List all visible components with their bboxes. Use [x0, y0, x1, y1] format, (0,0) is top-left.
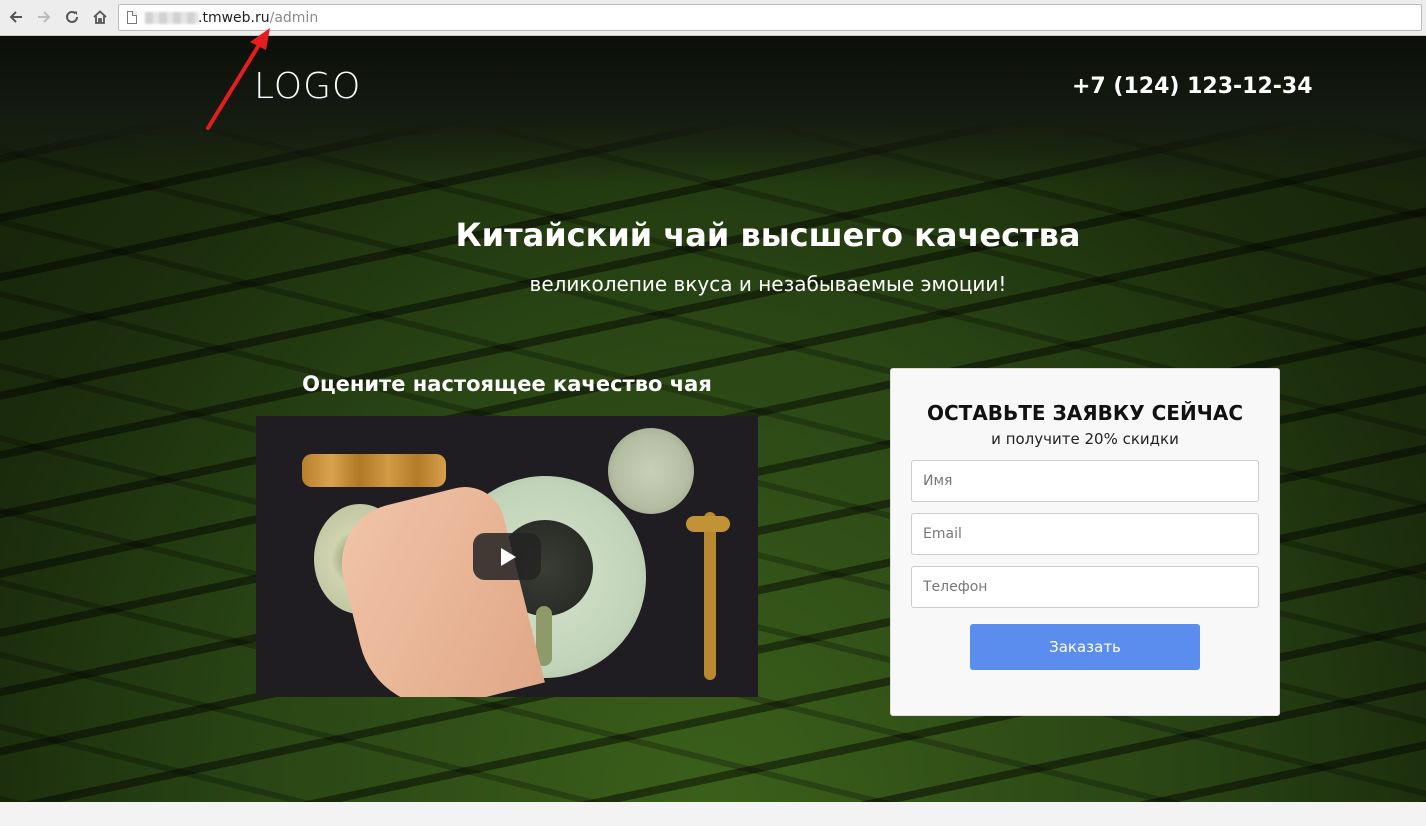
reload-icon[interactable] — [61, 6, 83, 28]
email-input[interactable] — [911, 513, 1259, 555]
small-bowl — [608, 428, 694, 514]
hero-title: Китайский чай высшего качества — [455, 216, 1081, 254]
home-icon[interactable] — [89, 6, 111, 28]
footer-strip — [0, 802, 1426, 826]
video-player[interactable] — [256, 416, 758, 697]
address-bar[interactable]: .tmweb.ru/admin — [118, 4, 1422, 31]
form-subtitle: и получите 20% скидки — [991, 430, 1179, 448]
phone-number[interactable]: +7 (124) 123-12-34 — [1072, 74, 1313, 99]
order-button[interactable]: Заказать — [970, 624, 1200, 670]
spoon-rest — [686, 516, 730, 532]
arrow-right-icon[interactable] — [33, 6, 55, 28]
wooden-spoon — [704, 512, 716, 680]
arrow-left-icon[interactable] — [5, 6, 27, 28]
hero-subtitle: великолепие вкуса и незабываемые эмоции! — [529, 272, 1007, 296]
order-form: ОСТАВЬТЕ ЗАЯВКУ СЕЙЧАС и получите 20% ск… — [890, 368, 1280, 716]
name-input[interactable] — [911, 460, 1259, 502]
bamboo-whisk — [302, 454, 446, 487]
blurred-domain — [145, 12, 199, 24]
annotation-arrow — [206, 28, 270, 130]
video-heading: Оцените настоящее качество чая — [302, 372, 712, 396]
play-icon[interactable] — [473, 533, 541, 580]
phone-input[interactable] — [911, 566, 1259, 608]
landing-page: LOGO +7 (124) 123-12-34 Китайский чай вы… — [0, 36, 1426, 802]
page-icon — [127, 11, 137, 24]
form-title: ОСТАВЬТЕ ЗАЯВКУ СЕЙЧАС — [926, 401, 1243, 425]
